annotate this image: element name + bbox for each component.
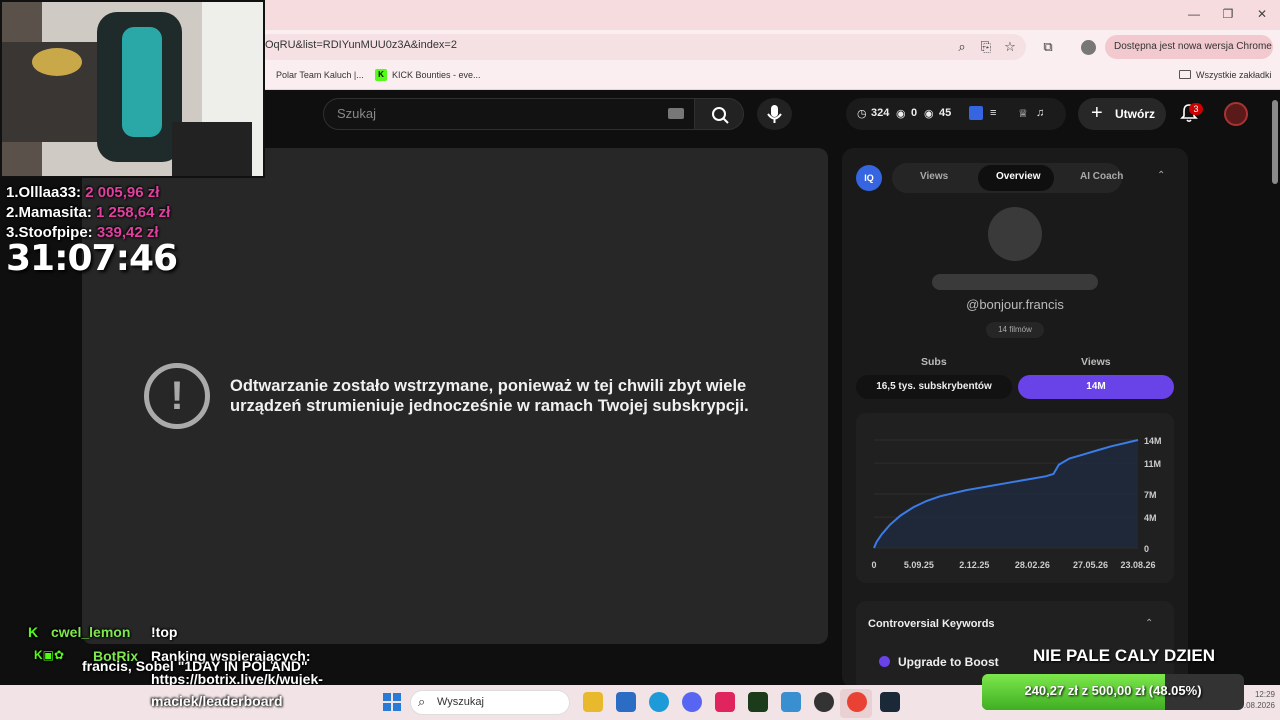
chevron-up-icon[interactable]: ⌃: [1157, 170, 1165, 181]
tab-ai-coach[interactable]: AI Coach: [1080, 171, 1123, 182]
chart-x-tick: 23.08.26: [1120, 560, 1155, 570]
leaderboard-rank: 1.Olllaa33:: [6, 184, 82, 201]
eye-icon: ◉: [924, 108, 934, 120]
app-icon[interactable]: [748, 692, 768, 712]
eye-icon: ◉: [896, 108, 906, 120]
search-icon: [712, 107, 729, 124]
bot-badge-icon: K▣✿: [34, 648, 65, 662]
kick-icon: K: [28, 624, 39, 640]
chart-x-tick: 5.09.25: [904, 560, 934, 570]
chat-message: maciek/leaderboard: [151, 693, 283, 709]
leaderboard-amount: 1 258,64 zł: [96, 204, 171, 221]
search-icon: ⌕: [418, 694, 426, 709]
list-icon[interactable]: ≡: [990, 107, 996, 119]
upgrade-boost-link[interactable]: Upgrade to Boost: [898, 655, 999, 669]
chart-x-tick: 28.02.26: [1015, 560, 1050, 570]
tab-overview[interactable]: Overview: [996, 171, 1040, 182]
notification-badge: 3: [1189, 103, 1203, 115]
scrollbar-thumb[interactable]: [1272, 100, 1278, 184]
search-input[interactable]: [323, 98, 695, 130]
webcam-overlay: [0, 0, 265, 178]
minimize-icon[interactable]: —: [1186, 6, 1202, 22]
steam-icon[interactable]: [880, 692, 900, 712]
keywords-title: Controversial Keywords: [868, 618, 995, 630]
chart-y-tick: 11M: [1144, 459, 1161, 469]
leaderboard-amount: 2 005,96 zł: [85, 184, 160, 201]
video-count-badge: 14 filmów: [986, 322, 1044, 338]
stat-watch-time: 324: [871, 107, 890, 119]
leaderboard-rank: 2.Mamasita:: [6, 204, 92, 221]
chart-y-tick: 14M: [1144, 436, 1162, 446]
discord-icon[interactable]: [682, 692, 702, 712]
close-icon[interactable]: ✕: [1254, 6, 1270, 22]
kick-icon: K: [375, 69, 387, 81]
chart-x-tick: 2.12.25: [959, 560, 989, 570]
trophy-icon[interactable]: ♕: [1018, 107, 1028, 120]
stream-banner: NIE PALE CALY DZIEN: [1033, 646, 1215, 665]
url-text[interactable]: OqRU&list=RDIYunMUU0z3A&index=2: [265, 39, 457, 51]
chevron-up-icon[interactable]: ⌃: [1145, 618, 1153, 629]
chart-y-tick: 7M: [1144, 490, 1157, 500]
file-explorer-icon[interactable]: [583, 692, 603, 712]
update-label: Dostępna jest nowa wersja Chrome: [1114, 41, 1272, 52]
photos-icon[interactable]: [781, 692, 801, 712]
keyboard-icon[interactable]: [668, 108, 684, 119]
tiktok-icon[interactable]: [715, 692, 735, 712]
leaderboard-entry: 1.Olllaa33: 2 005,96 zł: [6, 184, 159, 201]
iq-icon[interactable]: [969, 106, 983, 120]
plus-icon: +: [1091, 102, 1103, 124]
taskbar-search[interactable]: [410, 690, 570, 715]
channel-name-placeholder: [932, 274, 1098, 290]
star-icon[interactable]: ☆: [1002, 39, 1018, 55]
subs-value-button[interactable]: 16,5 tys. subskrybentów: [856, 375, 1012, 399]
views-chart: 0 4M 7M 11M 14M 0 5.09.25 2.12.25 28.02.26 27.05.…: [871, 436, 1162, 570]
boost-icon: [879, 656, 890, 667]
chart-y-tick: 0: [1144, 544, 1149, 554]
exclamation-icon: !: [170, 374, 184, 418]
views-heading: Views: [1081, 356, 1111, 368]
chrome-icon[interactable]: [847, 692, 867, 712]
chat-message: !top: [151, 624, 178, 640]
taskbar-search-label: Wyszukaj: [437, 696, 484, 708]
obs-icon[interactable]: [814, 692, 834, 712]
search-placeholder: Szukaj: [337, 106, 377, 121]
iq-logo: IQ: [856, 165, 882, 191]
extensions-icon[interactable]: ⧉: [1040, 39, 1056, 55]
all-bookmarks[interactable]: Wszystkie zakładki: [1196, 70, 1272, 80]
leaderboard-entry: 2.Mamasita: 1 258,64 zł: [6, 204, 170, 221]
stat-live-views: 0: [911, 107, 918, 119]
channel-avatar: [988, 207, 1042, 261]
bell-outline-icon[interactable]: ♫: [1036, 107, 1044, 119]
create-label: Utwórz: [1115, 107, 1155, 121]
restore-icon[interactable]: ❐: [1220, 6, 1236, 22]
playback-error-message: Odtwarzanie zostało wstrzymane, ponieważ…: [230, 377, 749, 415]
voice-search-button[interactable]: [757, 98, 792, 130]
chrome-update-button[interactable]: Dostępna jest nowa wersja Chrome⋮: [1105, 35, 1273, 76]
chart-x-tick: 27.05.26: [1073, 560, 1108, 570]
search-button[interactable]: [694, 98, 744, 130]
stream-timer: 31:07:46: [6, 238, 178, 279]
stat-views: 45: [939, 107, 952, 119]
chat-username: cwel_lemon: [51, 624, 131, 640]
profile-icon[interactable]: [1081, 40, 1096, 55]
subs-heading: Subs: [921, 356, 947, 368]
store-icon[interactable]: [616, 692, 636, 712]
donation-goal-text: 240,27 zł z 500,00 zł (48.05%): [1024, 683, 1202, 698]
mic-icon: [767, 105, 782, 123]
channel-handle: @bonjour.francis: [966, 297, 1064, 312]
views-value-button[interactable]: 14M: [1018, 375, 1174, 399]
edge-icon[interactable]: [649, 692, 669, 712]
tab-views[interactable]: Views: [920, 171, 948, 182]
chart-y-tick: 4M: [1144, 513, 1157, 523]
chart-x-tick: 0: [871, 560, 876, 570]
bookmark-polar[interactable]: Polar Team Kaluch |...: [276, 70, 364, 80]
zoom-icon[interactable]: ⌕: [954, 39, 970, 55]
clock-icon: ◷: [857, 108, 867, 120]
folder-icon: [1179, 70, 1191, 79]
windows-start-icon[interactable]: [383, 693, 401, 711]
install-icon[interactable]: ⎘: [978, 39, 994, 55]
bookmark-kick[interactable]: KICK Bounties - eve...: [392, 70, 481, 80]
avatar[interactable]: [1224, 102, 1248, 126]
